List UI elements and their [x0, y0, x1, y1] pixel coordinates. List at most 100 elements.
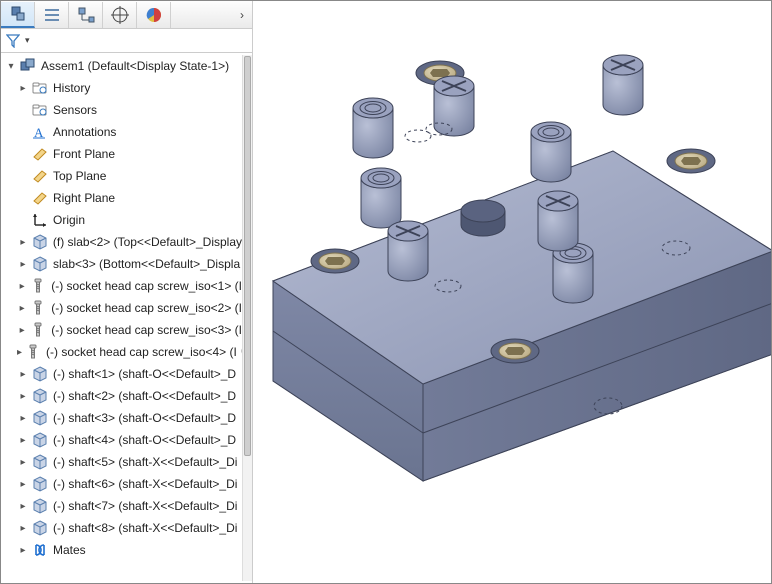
graphics-viewport[interactable] [253, 1, 771, 583]
expand-toggle[interactable]: ▸ [17, 83, 29, 94]
part-icon [31, 453, 49, 471]
tree-item-label: (-) shaft<2> (shaft-O<<Default>_D [53, 389, 236, 403]
expand-toggle[interactable]: ▸ [17, 259, 29, 270]
annotations-icon: A [31, 123, 49, 141]
tree-item[interactable]: ▸Sensors [3, 99, 242, 121]
dimxpert-manager-tab[interactable] [103, 2, 137, 28]
funnel-icon[interactable] [5, 33, 21, 49]
tree-filter-bar: ▾ [1, 29, 252, 53]
model-render [253, 1, 771, 583]
expand-toggle[interactable]: ▸ [17, 391, 29, 402]
shaft-8 [388, 221, 428, 281]
property-manager-tab[interactable] [35, 2, 69, 28]
expand-toggle[interactable]: ▸ [17, 303, 27, 314]
shaft-7 [538, 191, 578, 251]
tree-item[interactable]: ▸ (-) shaft<6> (shaft-X<<Default>_Di [3, 473, 242, 495]
tree-item[interactable]: ▸AAnnotations [3, 121, 242, 143]
toolbar-overflow-button[interactable]: › [232, 8, 252, 22]
plane-icon [31, 167, 49, 185]
tree-item[interactable]: ▸ (f) slab<2> (Top<<Default>_Display [3, 231, 242, 253]
tree-scrollbar[interactable] [242, 55, 252, 581]
config-tree-icon [77, 6, 95, 24]
expand-toggle[interactable]: ▸ [17, 479, 29, 490]
origin-icon [31, 211, 49, 229]
part-icon [31, 431, 49, 449]
tree-item-label: History [53, 81, 90, 95]
tree-item[interactable]: ▸Right Plane [3, 187, 242, 209]
part-icon [31, 365, 49, 383]
tree-item[interactable]: ▸Top Plane [3, 165, 242, 187]
tree-item[interactable]: ▸ (-) shaft<3> (shaft-O<<Default>_D [3, 407, 242, 429]
screw-icon [24, 343, 42, 361]
tree-item-label: (-) socket head cap screw_iso<4> (I [46, 345, 237, 359]
tree-item-label: Right Plane [53, 191, 115, 205]
feature-tree[interactable]: ▾ Assem1 (Default<Display State-1>) ▸ His… [1, 53, 252, 583]
tree-item-label: (-) shaft<5> (shaft-X<<Default>_Di [53, 455, 237, 469]
tree-item-label: (-) shaft<3> (shaft-O<<Default>_D [53, 411, 236, 425]
tree-item-label: (-) shaft<1> (shaft-O<<Default>_D [53, 367, 236, 381]
tree-item-label: Top Plane [53, 169, 106, 183]
configuration-manager-tab[interactable] [69, 2, 103, 28]
tree-item-label: (-) socket head cap screw_iso<2> (I [51, 301, 242, 315]
tree-item[interactable]: ▸slab<3> (Bottom<<Default>_Displa [3, 253, 242, 275]
expand-toggle[interactable]: ▸ [17, 281, 27, 292]
tree-item-label: Front Plane [53, 147, 115, 161]
tree-item[interactable]: ▸(-) socket head cap screw_iso<3> (I [3, 319, 242, 341]
part-icon [31, 255, 49, 273]
tree-item[interactable]: ▸ (-) socket head cap screw_iso<2> (I [3, 297, 242, 319]
expand-toggle[interactable]: ▸ [17, 523, 29, 534]
plane-icon [31, 189, 49, 207]
tree-item[interactable]: ▸ (-) shaft<7> (shaft-X<<Default>_Di [3, 495, 242, 517]
expand-toggle[interactable]: ▸ [17, 369, 29, 380]
tree-item[interactable]: ▸ Mates [3, 539, 242, 561]
filter-dropdown-button[interactable]: ▾ [25, 35, 30, 46]
tree-item[interactable]: ▸ History [3, 77, 242, 99]
feature-manager-tab[interactable] [1, 2, 35, 28]
expand-toggle[interactable]: ▸ [17, 347, 22, 358]
expand-toggle[interactable]: ▸ [17, 545, 29, 556]
app-root: › ▾ ▾ Assem1 (Default<Display State-1>) [0, 0, 772, 584]
tree-item[interactable]: ▸ (-) shaft<8> (shaft-X<<Default>_Di [3, 517, 242, 539]
tree-item-label: Origin [53, 213, 85, 227]
list-icon [43, 6, 61, 24]
scrollbar-thumb[interactable] [244, 56, 251, 456]
tree-item-label: Mates [53, 543, 86, 557]
tree-item-label: (-) shaft<8> (shaft-X<<Default>_Di [53, 521, 237, 535]
assembly-icon [19, 57, 37, 75]
tree-root-label: Assem1 (Default<Display State-1>) [41, 59, 229, 73]
cube-tree-icon [9, 5, 27, 23]
tree-root-assembly[interactable]: ▾ Assem1 (Default<Display State-1>) [3, 55, 242, 77]
socket-screw-2 [667, 149, 715, 173]
screw-icon [29, 277, 47, 295]
part-icon [31, 475, 49, 493]
tree-item[interactable]: ▸Origin [3, 209, 242, 231]
expand-toggle[interactable]: ▸ [17, 501, 29, 512]
shaft-5 [434, 76, 474, 136]
tree-item[interactable]: ▸ (-) shaft<2> (shaft-O<<Default>_D [3, 385, 242, 407]
expand-toggle[interactable]: ▸ [17, 325, 27, 336]
shaft-1 [353, 98, 393, 158]
screw-icon [29, 321, 47, 339]
tree-item[interactable]: ▸Front Plane [3, 143, 242, 165]
expand-toggle[interactable]: ▸ [17, 435, 29, 446]
expand-toggle[interactable]: ▾ [5, 61, 17, 72]
tree-item-label: (f) slab<2> (Top<<Default>_Display [53, 235, 242, 249]
target-icon [111, 6, 129, 24]
part-icon [31, 497, 49, 515]
part-icon [31, 233, 49, 251]
tree-item[interactable]: ▸ (-) shaft<5> (shaft-X<<Default>_Di [3, 451, 242, 473]
feature-manager-panel: › ▾ ▾ Assem1 (Default<Display State-1>) [1, 1, 253, 583]
manager-tab-toolbar: › [1, 1, 252, 29]
tree-item[interactable]: ▸ (-) shaft<1> (shaft-O<<Default>_D [3, 363, 242, 385]
expand-toggle[interactable]: ▸ [17, 457, 29, 468]
tree-item-label: (-) shaft<7> (shaft-X<<Default>_Di [53, 499, 237, 513]
expand-toggle[interactable]: ▸ [17, 237, 29, 248]
tree-item[interactable]: ▸(-) socket head cap screw_iso<1> (I [3, 275, 242, 297]
shaft-3 [361, 168, 401, 228]
tree-item[interactable]: ▸(-) shaft<4> (shaft-O<<Default>_D [3, 429, 242, 451]
expand-toggle[interactable]: ▸ [17, 413, 29, 424]
part-icon [31, 387, 49, 405]
tree-item-label: (-) shaft<6> (shaft-X<<Default>_Di [53, 477, 237, 491]
tree-item[interactable]: ▸(-) socket head cap screw_iso<4> (Ii [3, 341, 242, 363]
display-manager-tab[interactable] [137, 2, 171, 28]
